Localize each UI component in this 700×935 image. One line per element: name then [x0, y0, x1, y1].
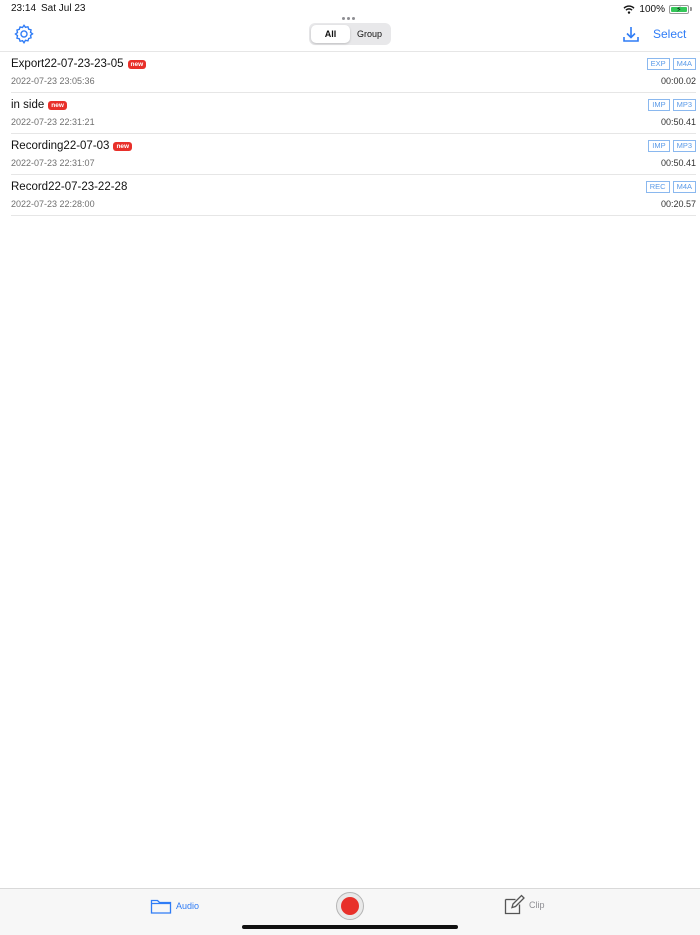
recording-tags: REC M4A: [645, 181, 696, 193]
recording-title-line: Recording22-07-03 new: [11, 140, 133, 152]
recording-date: 2022-07-23 22:31:07: [11, 158, 95, 168]
select-button[interactable]: Select: [653, 27, 686, 41]
recording-title: in side: [11, 99, 45, 111]
new-badge: new: [48, 100, 67, 110]
recording-row[interactable]: Export22-07-23-23-05 new 2022-07-23 23:0…: [11, 52, 696, 93]
source-tag: REC: [645, 181, 670, 193]
status-indicators: 100% ⚡: [623, 3, 692, 15]
record-dot-icon: [341, 897, 359, 915]
recording-date: 2022-07-23 22:28:00: [11, 199, 95, 209]
folder-icon: [150, 899, 172, 914]
recording-duration: 00:00.02: [660, 76, 696, 86]
tab-audio-label: Audio: [176, 901, 200, 911]
home-indicator: [242, 925, 458, 929]
status-time: 23:14: [11, 3, 37, 14]
wifi-icon: [623, 4, 635, 14]
recording-title-line: Record22-07-23-22-28: [11, 181, 127, 193]
recording-duration: 00:50.41: [660, 117, 696, 127]
format-tag: M4A: [672, 58, 696, 70]
recording-title-line: Export22-07-23-23-05 new: [11, 58, 147, 70]
tab-bar: Audio Clip: [0, 888, 700, 935]
recording-duration: 00:50.41: [660, 158, 696, 168]
tab-clip-label: Clip: [529, 900, 545, 910]
status-bar: 23:14 Sat Jul 23 100% ⚡: [0, 0, 700, 20]
battery-percent: 100%: [639, 3, 665, 15]
battery-nub: [690, 7, 692, 11]
source-tag: IMP: [648, 140, 670, 152]
status-date: Sat Jul 23: [41, 3, 86, 14]
multitasking-dots-icon[interactable]: [342, 7, 358, 20]
recording-row[interactable]: Recording22-07-03 new 2022-07-23 22:31:0…: [11, 134, 696, 175]
recording-tags: IMP MP3: [648, 99, 696, 111]
new-badge: new: [127, 59, 147, 69]
recording-tags: EXP M4A: [646, 58, 696, 70]
record-button[interactable]: [336, 892, 364, 920]
recording-title: Export22-07-23-23-05: [11, 58, 124, 70]
recording-duration: 00:20.57: [660, 199, 696, 209]
source-tag: EXP: [646, 58, 670, 70]
recording-list: Export22-07-23-23-05 new 2022-07-23 23:0…: [11, 52, 696, 216]
recording-row[interactable]: Record22-07-23-22-28 2022-07-23 22:28:00…: [11, 175, 696, 216]
format-tag: MP3: [672, 99, 696, 111]
recording-tags: IMP MP3: [648, 140, 696, 152]
settings-button[interactable]: [13, 23, 35, 45]
source-tag: IMP: [648, 99, 670, 111]
tab-clip[interactable]: Clip: [503, 893, 545, 917]
tab-audio[interactable]: Audio: [150, 895, 199, 917]
download-icon: [623, 27, 639, 42]
nav-bar: All Group Select: [0, 18, 700, 52]
format-tag: M4A: [672, 181, 696, 193]
segment-group[interactable]: Group: [350, 25, 389, 43]
recording-title: Recording22-07-03: [11, 140, 110, 152]
format-tag: MP3: [672, 140, 696, 152]
download-button[interactable]: [621, 24, 641, 44]
new-badge: new: [113, 141, 133, 151]
gear-icon: [14, 24, 34, 44]
recording-date: 2022-07-23 23:05:36: [11, 76, 95, 86]
recording-title: Record22-07-23-22-28: [11, 181, 128, 193]
edit-icon: [504, 894, 525, 915]
segment-all[interactable]: All: [311, 25, 350, 43]
recording-date: 2022-07-23 22:31:21: [11, 117, 95, 127]
recording-title-line: in side new: [11, 99, 67, 111]
view-segmented-control: All Group: [309, 23, 391, 45]
recording-row[interactable]: in side new 2022-07-23 22:31:21 IMP MP3 …: [11, 93, 696, 134]
battery-icon: ⚡: [669, 4, 689, 14]
